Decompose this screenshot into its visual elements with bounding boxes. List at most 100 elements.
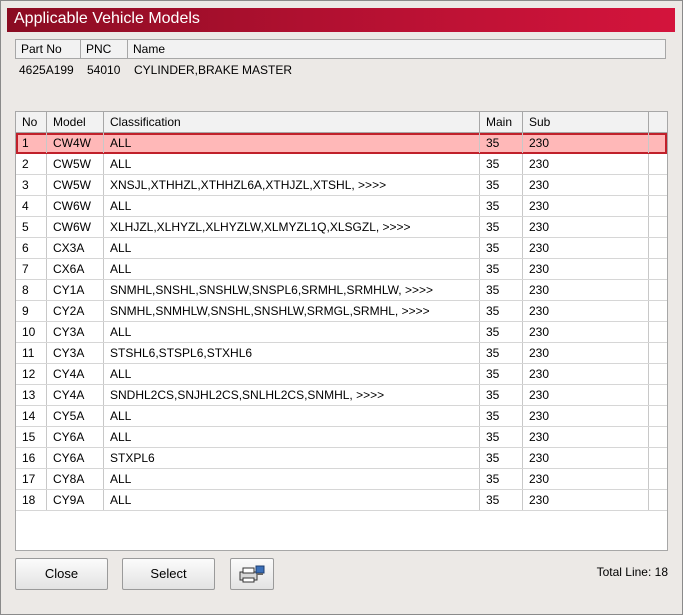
cell-filler (649, 301, 667, 321)
cell-filler (649, 259, 667, 279)
cell-filler (649, 280, 667, 300)
cell-model: CY5A (47, 406, 104, 426)
cell-sub: 230 (523, 322, 649, 342)
table-row[interactable]: 17 CY8A ALL 35 230 (16, 469, 667, 490)
table-row[interactable]: 15 CY6A ALL 35 230 (16, 427, 667, 448)
close-button[interactable]: Close (15, 558, 108, 590)
cell-no: 9 (16, 301, 47, 321)
cell-sub: 230 (523, 343, 649, 363)
pnc-header: PNC (81, 40, 128, 58)
table-row[interactable]: 10 CY3A ALL 35 230 (16, 322, 667, 343)
cell-no: 14 (16, 406, 47, 426)
cell-filler (649, 406, 667, 426)
cell-classification: ALL (104, 154, 480, 174)
table-row[interactable]: 18 CY9A ALL 35 230 (16, 490, 667, 511)
cell-no: 7 (16, 259, 47, 279)
cell-model: CY6A (47, 448, 104, 468)
column-header-sub[interactable]: Sub (523, 112, 649, 132)
column-header-main[interactable]: Main (480, 112, 523, 132)
cell-sub: 230 (523, 238, 649, 258)
table-row[interactable]: 13 CY4A SNDHL2CS,SNJHL2CS,SNLHL2CS,SNMHL, … (16, 385, 667, 406)
cell-no: 2 (16, 154, 47, 174)
cell-classification: SNMHL,SNSHL,SNSHLW,SNSPL6,SRMHL,SRMHLW, … (104, 280, 480, 300)
cell-main: 35 (480, 154, 523, 174)
cell-no: 4 (16, 196, 47, 216)
pnc-value: 54010 (87, 63, 121, 77)
cell-filler (649, 364, 667, 384)
cell-filler (649, 133, 667, 153)
table-row[interactable]: 9 CY2A SNMHL,SNMHLW,SNSHL,SNSHLW,SRMGL,SRM… (16, 301, 667, 322)
table-row[interactable]: 16 CY6A STXPL6 35 230 (16, 448, 667, 469)
cell-no: 17 (16, 469, 47, 489)
cell-filler (649, 175, 667, 195)
column-header-classification[interactable]: Classification (104, 112, 480, 132)
cell-classification: ALL (104, 490, 480, 510)
cell-model: CY4A (47, 364, 104, 384)
table-row[interactable]: 8 CY1A SNMHL,SNSHL,SNSHLW,SNSPL6,SRMHL,SRM… (16, 280, 667, 301)
cell-no: 1 (16, 133, 47, 153)
cell-sub: 230 (523, 280, 649, 300)
cell-filler (649, 196, 667, 216)
cell-main: 35 (480, 343, 523, 363)
cell-model: CY9A (47, 490, 104, 510)
cell-main: 35 (480, 259, 523, 279)
table-row[interactable]: 12 CY4A ALL 35 230 (16, 364, 667, 385)
part-info-panel: Part No PNC Name 4625A199 54010 CYLINDER… (15, 39, 666, 109)
table-row[interactable]: 7 CX6A ALL 35 230 (16, 259, 667, 280)
cell-classification: XLHJZL,XLHYZL,XLHYZLW,XLMYZL1Q,XLSGZL, >… (104, 217, 480, 237)
cell-model: CX3A (47, 238, 104, 258)
cell-main: 35 (480, 427, 523, 447)
cell-model: CW5W (47, 154, 104, 174)
table-row[interactable]: 5 CW6W XLHJZL,XLHYZL,XLHYZLW,XLMYZL1Q,XLSG… (16, 217, 667, 238)
cell-main: 35 (480, 238, 523, 258)
cell-no: 15 (16, 427, 47, 447)
cell-model: CY4A (47, 385, 104, 405)
cell-main: 35 (480, 448, 523, 468)
cell-sub: 230 (523, 427, 649, 447)
cell-model: CW4W (47, 133, 104, 153)
window-client: Part No PNC Name 4625A199 54010 CYLINDER… (7, 32, 675, 608)
table-row[interactable]: 14 CY5A ALL 35 230 (16, 406, 667, 427)
cell-no: 12 (16, 364, 47, 384)
cell-main: 35 (480, 196, 523, 216)
cell-classification: SNMHL,SNMHLW,SNSHL,SNSHLW,SRMGL,SRMHL, >… (104, 301, 480, 321)
table-row[interactable]: 6 CX3A ALL 35 230 (16, 238, 667, 259)
title-bar[interactable]: Applicable Vehicle Models (7, 8, 675, 32)
cell-filler (649, 490, 667, 510)
cell-filler (649, 154, 667, 174)
cell-classification: ALL (104, 133, 480, 153)
column-header-model[interactable]: Model (47, 112, 104, 132)
column-header-no[interactable]: No (16, 112, 47, 132)
cell-model: CW5W (47, 175, 104, 195)
grid-header: No Model Classification Main Sub (16, 112, 667, 133)
table-row[interactable]: 11 CY3A STSHL6,STSPL6,STXHL6 35 230 (16, 343, 667, 364)
cell-main: 35 (480, 364, 523, 384)
cell-no: 5 (16, 217, 47, 237)
cell-filler (649, 322, 667, 342)
part-no-header: Part No (16, 40, 81, 58)
table-row[interactable]: 1 CW4W ALL 35 230 (16, 133, 667, 154)
select-button[interactable]: Select (122, 558, 215, 590)
cell-no: 11 (16, 343, 47, 363)
cell-classification: ALL (104, 196, 480, 216)
column-header-filler (649, 112, 667, 132)
cell-no: 16 (16, 448, 47, 468)
cell-model: CW6W (47, 196, 104, 216)
cell-main: 35 (480, 217, 523, 237)
cell-filler (649, 427, 667, 447)
cell-no: 13 (16, 385, 47, 405)
cell-model: CY3A (47, 343, 104, 363)
cell-sub: 230 (523, 133, 649, 153)
table-row[interactable]: 2 CW5W ALL 35 230 (16, 154, 667, 175)
print-button[interactable] (230, 558, 274, 590)
table-row[interactable]: 4 CW6W ALL 35 230 (16, 196, 667, 217)
cell-main: 35 (480, 301, 523, 321)
window-title: Applicable Vehicle Models (14, 10, 200, 27)
cell-no: 8 (16, 280, 47, 300)
cell-main: 35 (480, 385, 523, 405)
part-name-value: CYLINDER,BRAKE MASTER (134, 63, 293, 77)
table-row[interactable]: 3 CW5W XNSJL,XTHHZL,XTHHZL6A,XTHJZL,XTSHL,… (16, 175, 667, 196)
cell-filler (649, 217, 667, 237)
cell-classification: ALL (104, 427, 480, 447)
cell-classification: ALL (104, 259, 480, 279)
